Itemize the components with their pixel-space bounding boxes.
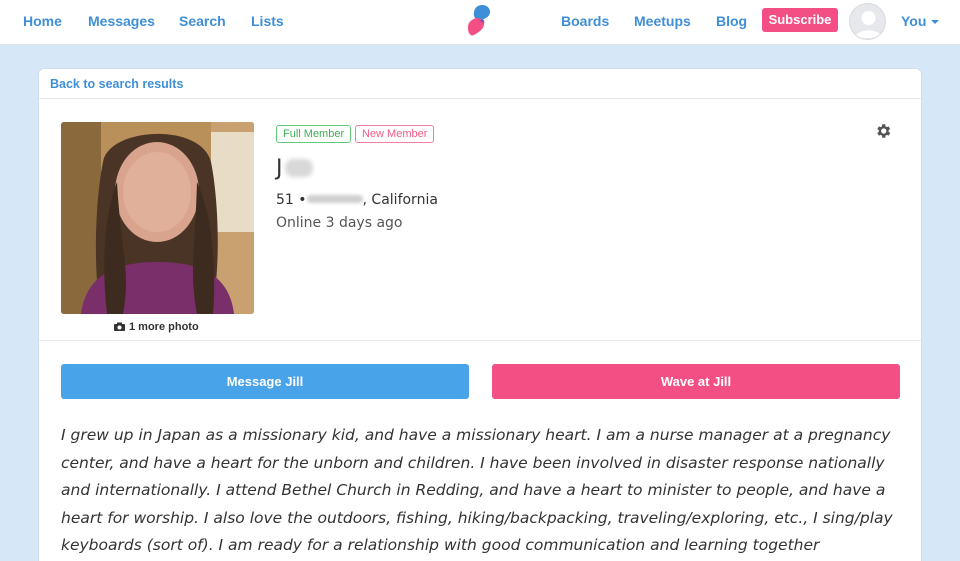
back-to-search-link[interactable]: Back to search results — [50, 77, 183, 91]
more-photos-link[interactable]: 1 more photo — [114, 321, 199, 333]
nav-meetups[interactable]: Meetups — [634, 13, 691, 29]
logo-icon[interactable] — [464, 4, 496, 38]
nav-lists[interactable]: Lists — [251, 13, 284, 29]
online-status: Online 3 days ago — [276, 215, 403, 231]
message-button[interactable]: Message Jill — [61, 364, 469, 399]
nav-boards[interactable]: Boards — [561, 13, 609, 29]
more-photos-label: 1 more photo — [129, 321, 199, 333]
profile-age: 51 • — [276, 192, 307, 208]
nav-home[interactable]: Home — [23, 13, 62, 29]
profile-state: , California — [362, 192, 438, 208]
profile-name: J — [276, 156, 313, 181]
nav-messages[interactable]: Messages — [88, 13, 155, 29]
new-member-badge: New Member — [355, 125, 435, 143]
full-member-badge: Full Member — [276, 125, 352, 143]
redacted-name — [284, 159, 313, 177]
avatar[interactable] — [849, 3, 886, 40]
camera-icon — [114, 322, 125, 331]
nav-search[interactable]: Search — [179, 13, 226, 29]
subscribe-button[interactable]: Subscribe — [762, 8, 838, 32]
wave-button[interactable]: Wave at Jill — [492, 364, 900, 399]
redacted-city — [306, 195, 363, 203]
caret-down-icon — [931, 20, 940, 25]
profile-location: 51 • , California — [276, 192, 438, 208]
profile-card: Back to search results 1 more photo Full… — [38, 68, 922, 561]
top-nav: Home Messages Search Lists Boards Meetup… — [0, 0, 960, 45]
profile-photo[interactable] — [61, 122, 254, 314]
gear-icon[interactable] — [874, 122, 892, 140]
user-menu-label: You — [901, 13, 927, 29]
nav-blog[interactable]: Blog — [716, 13, 747, 29]
divider — [39, 340, 921, 341]
profile-bio: I grew up in Japan as a missionary kid, … — [61, 426, 893, 554]
user-menu[interactable]: You — [901, 13, 940, 29]
profile-name-initial: J — [276, 156, 283, 181]
divider — [39, 98, 921, 99]
